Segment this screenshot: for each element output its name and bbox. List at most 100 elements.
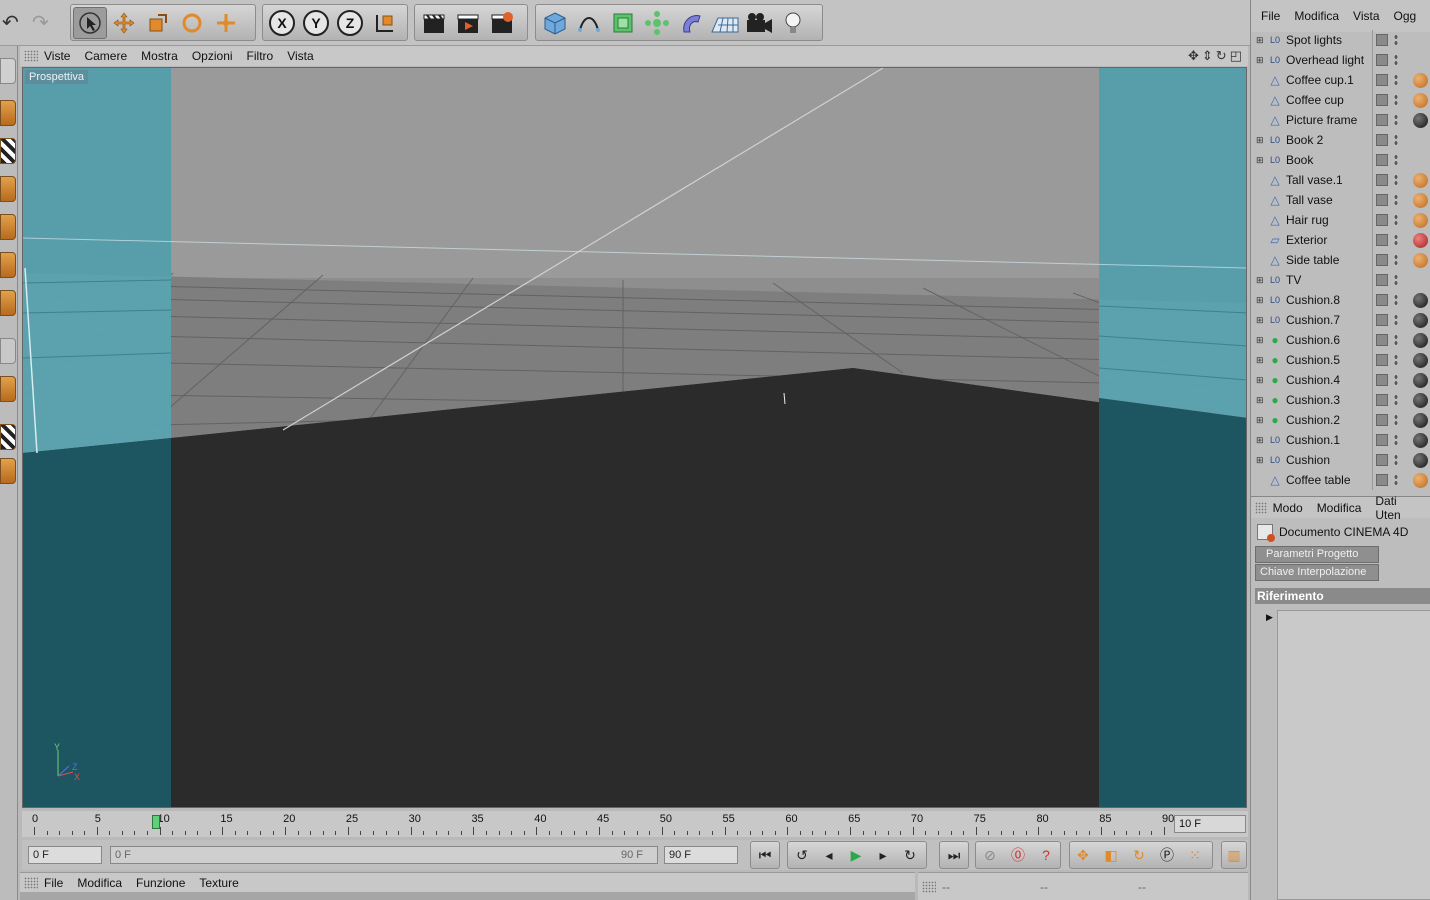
layer-toggle-icon[interactable] bbox=[1376, 434, 1388, 446]
perspective-viewport[interactable]: Y X Z Prospettiva bbox=[22, 67, 1247, 808]
expand-plus-icon[interactable]: ⊞ bbox=[1256, 415, 1266, 426]
material-tag-icon[interactable] bbox=[1413, 193, 1428, 208]
add-array-button[interactable] bbox=[640, 7, 674, 39]
object-row[interactable]: △ Coffee table bbox=[1251, 470, 1430, 490]
expand-plus-icon[interactable]: ⊞ bbox=[1256, 355, 1266, 366]
visibility-dots-icon[interactable] bbox=[1394, 134, 1398, 146]
material-tag-icon[interactable] bbox=[1413, 393, 1428, 408]
material-tag-icon[interactable] bbox=[1413, 233, 1428, 248]
menu-filtro[interactable]: Filtro bbox=[247, 49, 274, 63]
tab-parametri-progetto[interactable]: Parametri Progetto bbox=[1255, 546, 1379, 563]
select-tool-button[interactable] bbox=[73, 6, 107, 39]
polygons-mode-icon[interactable] bbox=[0, 290, 16, 316]
orbit-icon[interactable]: ↻ bbox=[1216, 48, 1227, 64]
prev-key-icon[interactable]: ↺ bbox=[790, 843, 814, 867]
om-menu-oggetti[interactable]: Ogg bbox=[1394, 9, 1417, 23]
edges-mode-icon[interactable] bbox=[0, 252, 16, 278]
layer-toggle-icon[interactable] bbox=[1376, 94, 1388, 106]
visibility-dots-icon[interactable] bbox=[1394, 394, 1398, 406]
layer-toggle-icon[interactable] bbox=[1376, 454, 1388, 466]
am-menu-modo[interactable]: Modo bbox=[1273, 501, 1303, 515]
visibility-dots-icon[interactable] bbox=[1394, 334, 1398, 346]
layer-toggle-icon[interactable] bbox=[1376, 34, 1388, 46]
scale-tool-button[interactable] bbox=[141, 7, 175, 39]
visibility-dots-icon[interactable] bbox=[1394, 254, 1398, 266]
mat-menu-funzione[interactable]: Funzione bbox=[136, 876, 185, 890]
material-thumbnails-strip[interactable] bbox=[20, 892, 915, 900]
layer-toggle-icon[interactable] bbox=[1376, 134, 1388, 146]
expand-arrow-icon[interactable]: ▶ bbox=[1266, 612, 1273, 623]
tweak-mode-icon[interactable] bbox=[0, 376, 16, 402]
menu-camere[interactable]: Camere bbox=[84, 49, 127, 63]
add-camera-button[interactable] bbox=[742, 7, 776, 39]
object-row[interactable]: ▱ Exterior bbox=[1251, 230, 1430, 250]
expand-plus-icon[interactable]: ⊞ bbox=[1256, 435, 1266, 446]
visibility-dots-icon[interactable] bbox=[1394, 434, 1398, 446]
layer-toggle-icon[interactable] bbox=[1376, 254, 1388, 266]
object-row[interactable]: ⊞ ● Cushion.3 bbox=[1251, 390, 1430, 410]
go-to-start-icon[interactable]: ⏮ bbox=[753, 843, 777, 867]
visibility-dots-icon[interactable] bbox=[1394, 274, 1398, 286]
playhead-marker[interactable] bbox=[151, 815, 160, 829]
object-row[interactable]: △ Tall vase.1 bbox=[1251, 170, 1430, 190]
expand-plus-icon[interactable]: ⊞ bbox=[1256, 275, 1266, 286]
object-row[interactable]: △ Tall vase bbox=[1251, 190, 1430, 210]
live-select-button[interactable] bbox=[209, 7, 243, 39]
expand-plus-icon[interactable]: ⊞ bbox=[1256, 295, 1266, 306]
key-rotation-icon[interactable]: ↻ bbox=[1127, 843, 1151, 867]
drag-grip-icon[interactable] bbox=[1255, 501, 1267, 514]
expand-plus-icon[interactable]: ⊞ bbox=[1256, 55, 1266, 66]
expand-plus-icon[interactable]: ⊞ bbox=[1256, 455, 1266, 466]
visibility-dots-icon[interactable] bbox=[1394, 34, 1398, 46]
layer-toggle-icon[interactable] bbox=[1376, 174, 1388, 186]
min-frame-field[interactable]: 0 F bbox=[28, 846, 102, 864]
coord-menu-2[interactable]: -- bbox=[1040, 880, 1048, 894]
object-row[interactable]: ⊞ L0 Cushion bbox=[1251, 450, 1430, 470]
layer-toggle-icon[interactable] bbox=[1376, 114, 1388, 126]
material-tag-icon[interactable] bbox=[1413, 473, 1428, 488]
axis-mode-icon[interactable] bbox=[0, 338, 16, 364]
points-mode-icon[interactable] bbox=[0, 214, 16, 240]
timeline-ruler[interactable]: 0 5 10 15 20 25 30 35 40 45 50 55 60 65 70 75 80 85 90 bbox=[30, 811, 1174, 835]
material-tag-icon[interactable] bbox=[1413, 73, 1428, 88]
material-tag-icon[interactable] bbox=[1413, 173, 1428, 188]
go-to-end-icon[interactable]: ⏭ bbox=[942, 843, 966, 867]
object-row[interactable]: ⊞ L0 Book bbox=[1251, 150, 1430, 170]
record-disabled-icon[interactable]: ⊘ bbox=[978, 843, 1002, 867]
layer-toggle-icon[interactable] bbox=[1376, 354, 1388, 366]
layer-toggle-icon[interactable] bbox=[1376, 194, 1388, 206]
visibility-dots-icon[interactable] bbox=[1394, 154, 1398, 166]
key-pla-icon[interactable]: ⁙ bbox=[1183, 843, 1207, 867]
coord-menu-3[interactable]: -- bbox=[1138, 880, 1146, 894]
visibility-dots-icon[interactable] bbox=[1394, 354, 1398, 366]
visibility-dots-icon[interactable] bbox=[1394, 114, 1398, 126]
object-row[interactable]: ⊞ L0 Cushion.1 bbox=[1251, 430, 1430, 450]
visibility-dots-icon[interactable] bbox=[1394, 414, 1398, 426]
x-axis-lock-button[interactable]: X bbox=[265, 7, 299, 39]
material-tag-icon[interactable] bbox=[1413, 113, 1428, 128]
texture-mode-icon[interactable] bbox=[0, 138, 16, 164]
layer-toggle-icon[interactable] bbox=[1376, 54, 1388, 66]
next-key-icon[interactable]: ↻ bbox=[898, 843, 922, 867]
visibility-dots-icon[interactable] bbox=[1394, 234, 1398, 246]
object-row[interactable]: ⊞ ● Cushion.6 bbox=[1251, 330, 1430, 350]
render-settings-button[interactable] bbox=[485, 7, 519, 39]
drag-grip-icon[interactable] bbox=[24, 50, 38, 62]
add-light-button[interactable] bbox=[776, 7, 810, 39]
autokey-icon[interactable]: ? bbox=[1034, 843, 1058, 867]
visibility-dots-icon[interactable] bbox=[1394, 374, 1398, 386]
object-row[interactable]: △ Coffee cup bbox=[1251, 90, 1430, 110]
tab-chiave-interpolazione[interactable]: Chiave Interpolazione bbox=[1255, 564, 1379, 581]
drag-grip-icon[interactable] bbox=[922, 880, 936, 893]
om-menu-vista[interactable]: Vista bbox=[1353, 9, 1379, 23]
key-scale-icon[interactable]: ◧ bbox=[1099, 843, 1123, 867]
reference-field-area[interactable] bbox=[1277, 610, 1430, 900]
render-view-button[interactable] bbox=[417, 7, 451, 39]
material-tag-icon[interactable] bbox=[1413, 373, 1428, 388]
key-position-icon[interactable]: ✥ bbox=[1071, 843, 1095, 867]
visibility-dots-icon[interactable] bbox=[1394, 454, 1398, 466]
menu-vista[interactable]: Vista bbox=[287, 49, 313, 63]
preview-range-slider[interactable]: 0 F 90 F bbox=[110, 846, 658, 864]
layer-toggle-icon[interactable] bbox=[1376, 394, 1388, 406]
visibility-dots-icon[interactable] bbox=[1394, 94, 1398, 106]
